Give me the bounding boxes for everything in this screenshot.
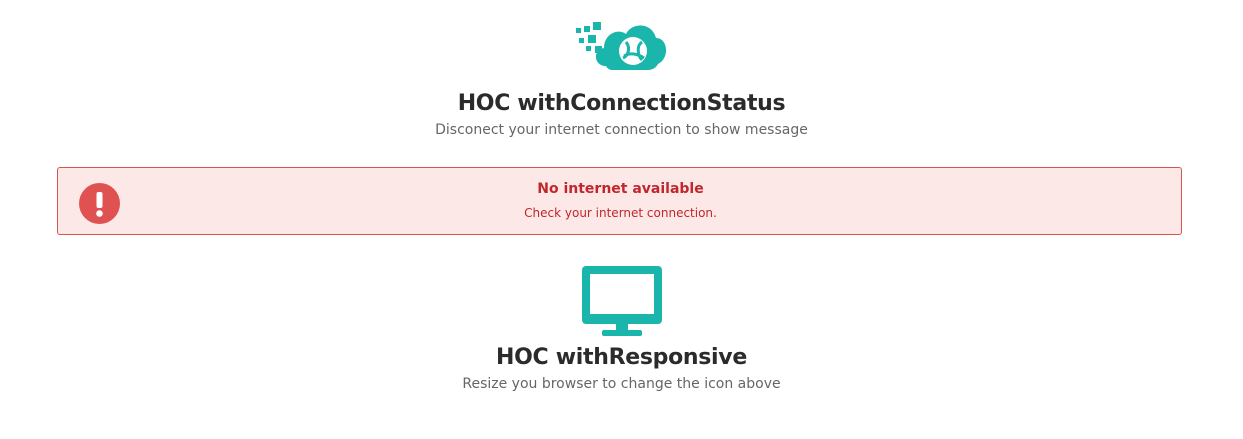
responsive-section-icon-wrap — [0, 264, 1243, 338]
responsive-subtitle: Resize you browser to change the icon ab… — [462, 376, 781, 392]
no-internet-alert: No internet available Check your interne… — [57, 167, 1182, 235]
responsive-title: HOC withResponsive — [496, 345, 747, 370]
connection-section-icon-wrap — [0, 18, 1243, 76]
cloud-data-icon — [575, 22, 666, 71]
connection-title: HOC withConnectionStatus — [457, 91, 786, 116]
desktop-monitor-icon — [581, 266, 662, 336]
alert-message: Check your internet connection. — [524, 206, 717, 220]
connection-subtitle: Disconect your internet connection to sh… — [435, 122, 808, 138]
alert-title: No internet available — [537, 181, 704, 197]
